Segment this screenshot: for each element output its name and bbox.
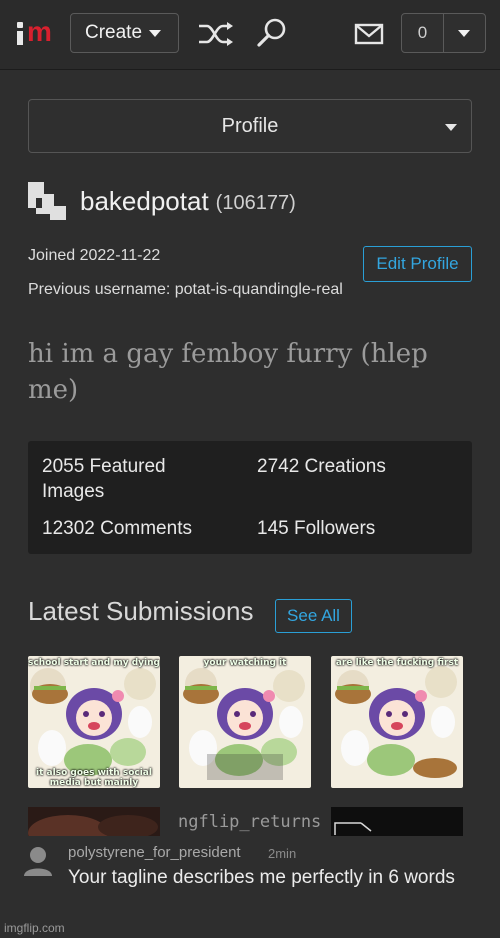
edit-profile-button[interactable]: Edit Profile: [363, 246, 472, 282]
search-icon[interactable]: [255, 16, 291, 52]
chevron-down-icon[interactable]: [458, 30, 470, 37]
previous-username: Previous username: potat-is-quandingle-r…: [28, 281, 343, 298]
comment-text: Your tagline describes me perfectly in 6…: [68, 867, 455, 888]
comment-time: 2min: [268, 846, 297, 861]
profile-section-select[interactable]: Profile: [28, 99, 472, 153]
shuffle-icon[interactable]: [196, 16, 233, 52]
notifications-dropdown[interactable]: 0: [401, 13, 486, 53]
thumbnail-bottom-caption: it also goes with social media but mainl…: [36, 768, 152, 788]
profile-select-label: Profile: [221, 115, 279, 137]
comment-author[interactable]: polystyrene_for_president: [68, 844, 241, 861]
imgflip-watermark: imgflip.com: [4, 921, 65, 935]
see-all-button[interactable]: See All: [275, 599, 352, 633]
thumbnail-text[interactable]: ngflip_returns: [178, 812, 321, 832]
submission-thumbnail[interactable]: [28, 807, 160, 837]
followers-stat[interactable]: 145 Followers: [257, 516, 375, 541]
submission-thumbnail[interactable]: your watching it: [179, 656, 311, 788]
chevron-down-icon: [445, 124, 457, 131]
comments-stat[interactable]: 12302 Comments: [42, 516, 192, 541]
creations-stat[interactable]: 2742 Creations: [257, 454, 386, 479]
thumbnail-top-caption: are like the fucking first: [335, 658, 459, 668]
joined-date: Joined 2022-11-22: [28, 247, 161, 264]
notification-count[interactable]: 0: [402, 14, 444, 52]
avatar: [28, 182, 66, 220]
submission-thumbnail[interactable]: [331, 807, 463, 837]
submission-thumbnail[interactable]: school start and my dying it also goes w…: [28, 656, 160, 788]
mail-icon[interactable]: [352, 16, 388, 52]
create-button[interactable]: Create: [70, 13, 179, 53]
submission-thumbnail[interactable]: are like the fucking first: [331, 656, 463, 788]
thumbnail-top-caption: your watching it: [203, 658, 287, 668]
user-points: (106177): [215, 191, 296, 214]
chevron-down-icon: [149, 29, 162, 37]
user-tagline: hi im a gay femboy furry (hlep me): [28, 339, 428, 405]
user-avatar-icon: [22, 844, 54, 876]
username: bakedpotat: [80, 185, 209, 216]
featured-images-stat[interactable]: 2055 Featured Images: [42, 454, 212, 504]
user-stats-panel: 2055 Featured Images 2742 Creations 1230…: [28, 441, 472, 554]
user-header: bakedpotat (106177): [28, 181, 296, 221]
create-button-label: Create: [85, 22, 143, 43]
thumbnail-top-caption: school start and my dying: [28, 658, 160, 668]
comment-notification[interactable]: polystyrene_for_president 2min Your tagl…: [0, 836, 500, 918]
top-nav: m Create 0: [0, 0, 500, 70]
latest-submissions-heading: Latest Submissions: [28, 596, 254, 626]
imgflip-logo[interactable]: m: [14, 16, 56, 48]
